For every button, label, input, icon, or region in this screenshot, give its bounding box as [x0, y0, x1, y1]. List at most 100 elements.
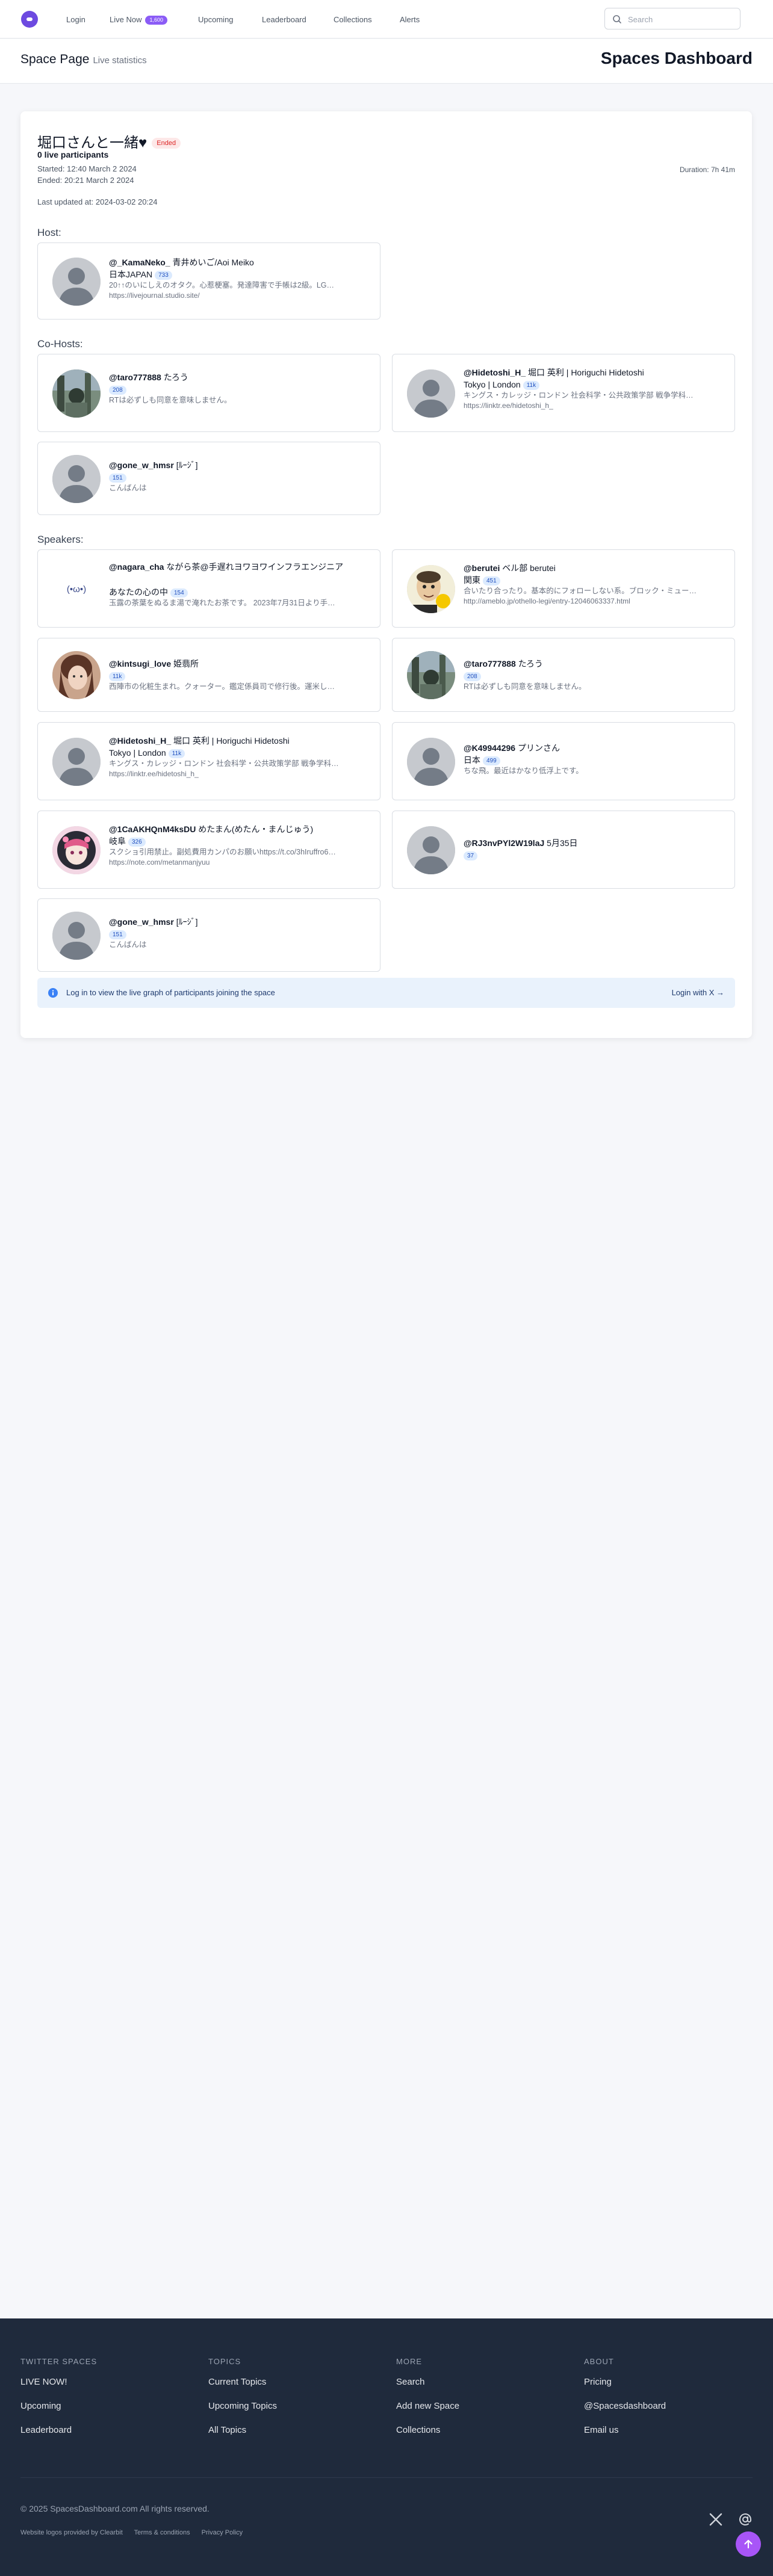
nav-collections-link[interactable]: Collections: [334, 15, 372, 25]
profile-link[interactable]: https://livejournal.studio.site/: [109, 291, 371, 301]
bio: キングス・カレッジ・ロンドン 社会科学・公共政策学部 戦争学科…: [109, 759, 339, 768]
follower-count-badge: 208: [464, 672, 481, 681]
nav-leaderboard-link[interactable]: Leaderboard: [262, 15, 306, 25]
footer-heading: About: [584, 2357, 614, 2366]
footer-link-upcoming-topics[interactable]: Upcoming Topics: [208, 2401, 277, 2411]
display-name: たろう: [163, 372, 188, 382]
footer-link-leaderboard[interactable]: Leaderboard: [20, 2425, 97, 2435]
footer-link-search[interactable]: Search: [396, 2377, 459, 2387]
footer-link-pricing[interactable]: Pricing: [584, 2377, 666, 2387]
footer-link-live-now[interactable]: LIVE NOW!: [20, 2377, 97, 2387]
follower-count-badge: 733: [155, 271, 172, 280]
login-notice-message: Log in to view the live graph of partici…: [66, 988, 275, 997]
nav-login-link[interactable]: Login: [66, 15, 85, 25]
footer-col-more: More Search Add new Space Collections: [396, 2357, 459, 2449]
display-name: 姫翡所: [173, 659, 199, 669]
follower-count-badge: 11k: [109, 672, 126, 681]
handle-text: @taro777888: [464, 659, 516, 669]
footer-link-collections[interactable]: Collections: [396, 2425, 459, 2435]
speaker-card[interactable]: @taro777888 たろう 208 RTは必ずしも同意を意味しません。: [392, 638, 735, 712]
footer-link-twitter-handle[interactable]: @Spacesdashboard: [584, 2401, 666, 2411]
avatar: [407, 651, 455, 699]
page-subtitle: Live statistics: [93, 55, 147, 66]
location-line: 日本 499: [464, 754, 726, 766]
bio: 20↑↑のいにしえのオタク。心惹梗塞。発達障害で手帳は2級。LG…: [109, 281, 335, 289]
follower-count-badge: 11k: [523, 381, 540, 390]
avatar: [407, 565, 455, 613]
speaker-card[interactable]: @berutei ベル部 berutei 関東 451 合いたり合ったり。基本的に…: [392, 549, 735, 628]
participant-handle: @nagara_cha ながら茶@手遅れヨワヨワインフラエンジニア: [109, 561, 371, 586]
avatar: (•ω•): [52, 565, 101, 613]
display-name: プリンさん: [517, 743, 560, 753]
top-navigation: Login Live Now 1,600 Upcoming Leaderboard…: [0, 0, 773, 39]
footer-link-add-space[interactable]: Add new Space: [396, 2401, 459, 2411]
cohost-card[interactable]: @Hidetoshi_H_ 堀口 英利 | Horiguchi Hidetosh…: [392, 354, 735, 432]
participant-handle: @gone_w_hmsr [ﾙｰｼﾞ]: [109, 459, 371, 471]
footer-small-links: Website logos provided by Clearbit Terms…: [20, 2529, 252, 2536]
footer-link-all-topics[interactable]: All Topics: [208, 2425, 277, 2435]
speakers-label: Speakers:: [37, 534, 84, 545]
handle-text: @nagara_cha: [109, 562, 164, 572]
follower-count-badge: 154: [170, 588, 188, 598]
cohost-info: @Hidetoshi_H_ 堀口 英利 | Horiguchi Hidetosh…: [464, 366, 726, 411]
handle-text: @kintsugi_love: [109, 659, 172, 669]
participant-handle: @taro777888 たろう: [109, 371, 371, 383]
search-input[interactable]: [628, 13, 736, 25]
started-time: Started: 12:40 March 2 2024: [37, 164, 137, 173]
live-count-badge: 1,600: [145, 16, 167, 25]
footer-heading: Twitter Spaces: [20, 2357, 98, 2366]
profile-link[interactable]: https://linktr.ee/hidetoshi_h_: [109, 769, 371, 779]
handle-text: @K49944296: [464, 743, 516, 753]
follower-count-badge: 208: [109, 386, 126, 395]
nav-alerts-link[interactable]: Alerts: [400, 15, 420, 25]
speaker-card[interactable]: @K49944296 プリンさん 日本 499 ちな飛。最近はかなり低浮上です。: [392, 722, 735, 800]
site-logo[interactable]: [21, 11, 38, 28]
participant-handle: @Hidetoshi_H_ 堀口 英利 | Horiguchi Hidetosh…: [464, 366, 726, 378]
footer-link-email[interactable]: Email us: [584, 2425, 666, 2435]
terms-link[interactable]: Terms & conditions: [134, 2529, 190, 2536]
search-box[interactable]: [604, 8, 740, 29]
privacy-link[interactable]: Privacy Policy: [202, 2529, 243, 2536]
host-info: @_KamaNeko_ 青井めいご/Aoi Meiko 日本JAPAN 733 2…: [109, 256, 371, 301]
display-name: たろう: [518, 659, 543, 669]
speaker-card[interactable]: (•ω•) @nagara_cha ながら茶@手遅れヨワヨワインフラエンジニア …: [37, 549, 380, 628]
participant-handle: @1CaAKHQnM4ksDU めたまん(めたん・まんじゅう): [109, 823, 371, 835]
profile-link[interactable]: http://ameblo.jp/othello-legi/entry-1204…: [464, 596, 726, 607]
profile-link[interactable]: https://note.com/metanmanjyuu: [109, 857, 371, 868]
host-label: Host:: [37, 227, 61, 238]
email-at-icon[interactable]: [738, 2512, 753, 2527]
bio: こんばんは: [109, 484, 147, 492]
location-line: あなたの心の中 154: [109, 586, 371, 598]
avatar: [52, 826, 101, 874]
count-line: 151: [109, 471, 371, 483]
default-avatar-icon: [407, 369, 455, 418]
speaker-card[interactable]: @Hidetoshi_H_ 堀口 英利 | Horiguchi Hidetosh…: [37, 722, 380, 800]
cohost-card[interactable]: @taro777888 たろう 208 RTは必ずしも同意を意味しません。: [37, 354, 380, 432]
speaker-card[interactable]: @1CaAKHQnM4ksDU めたまん(めたん・まんじゅう) 岐阜 326 スク…: [37, 811, 380, 889]
login-with-x-link[interactable]: Login with X →: [672, 988, 724, 997]
speaker-card[interactable]: @RJ3nvPYl2W19laJ 5月35日 37: [392, 811, 735, 889]
clearbit-credit-link[interactable]: Website logos provided by Clearbit: [20, 2529, 123, 2536]
x-logo-icon[interactable]: [709, 2513, 722, 2526]
display-name: めたまん(めたん・まんじゅう): [198, 824, 314, 834]
footer-col-about: About Pricing @Spacesdashboard Email us: [584, 2357, 666, 2449]
display-name: ベル部 berutei: [502, 563, 556, 573]
handle-text: @berutei: [464, 563, 500, 573]
location: 関東: [464, 575, 480, 585]
profile-link[interactable]: https://linktr.ee/hidetoshi_h_: [464, 401, 726, 411]
cohost-card[interactable]: @gone_w_hmsr [ﾙｰｼﾞ] 151 こんばんは: [37, 442, 380, 515]
brand-name[interactable]: Spaces Dashboard: [601, 49, 753, 68]
speaker-card[interactable]: @kintsugi_love 姫翡所 11k 西陣市の化粧生まれ。クォーター。鑑…: [37, 638, 380, 712]
follower-count-badge: 499: [483, 756, 500, 765]
speaker-card[interactable]: @gone_w_hmsr [ﾙｰｼﾞ] 151 こんばんは: [37, 898, 380, 972]
nav-upcoming-link[interactable]: Upcoming: [198, 15, 234, 25]
footer-link-upcoming[interactable]: Upcoming: [20, 2401, 97, 2411]
speaker-info: @kintsugi_love 姫翡所 11k 西陣市の化粧生まれ。クォーター。鑑…: [109, 658, 371, 692]
scroll-to-top-button[interactable]: [736, 2531, 761, 2557]
speaker-info: @taro777888 たろう 208 RTは必ずしも同意を意味しません。: [464, 658, 726, 692]
nav-live-now-link[interactable]: Live Now 1,600: [110, 15, 167, 25]
host-card[interactable]: @_KamaNeko_ 青井めいご/Aoi Meiko 日本JAPAN 733 2…: [37, 242, 380, 320]
display-name: 5月35日: [547, 838, 578, 848]
footer-link-current-topics[interactable]: Current Topics: [208, 2377, 277, 2387]
handle-text: @RJ3nvPYl2W19laJ: [464, 838, 545, 848]
